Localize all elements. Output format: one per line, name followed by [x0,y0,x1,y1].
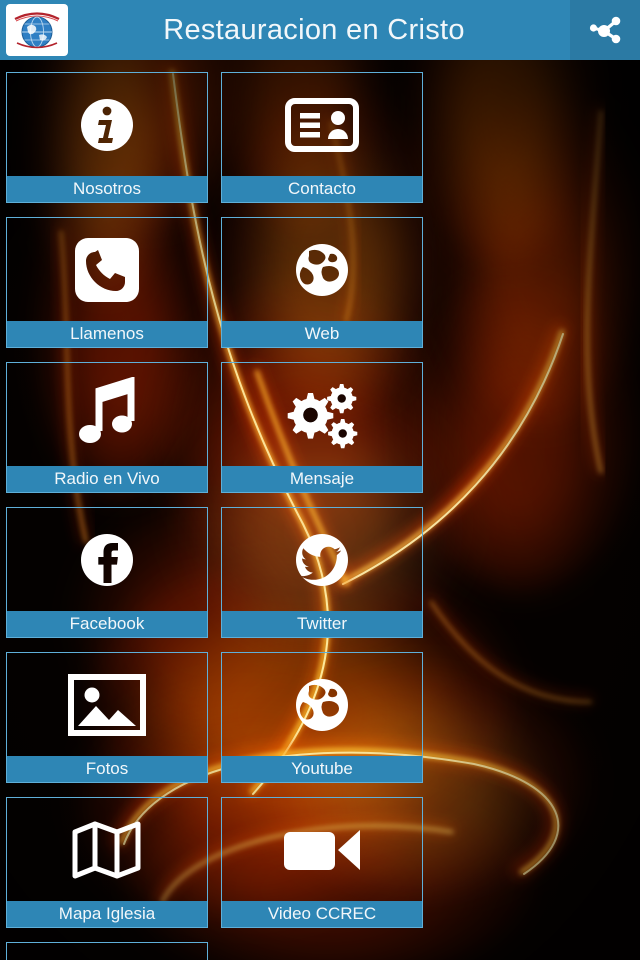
tile-label: Contacto [222,176,422,202]
tile-label: Radio en Vivo [7,466,207,492]
tile-icon-wrap [222,363,422,466]
tile-label: Mapa Iglesia [7,901,207,927]
tile-llamenos[interactable]: Llamenos [6,217,208,348]
tile-youtube[interactable]: Youtube [221,652,423,783]
globe-icon [296,678,348,731]
tile-blog-ap-jose[interactable]: Blog Ap. Jose [6,942,208,960]
tile-icon-wrap [222,798,422,901]
tile-icon-wrap [7,363,207,466]
phone-icon [75,237,139,302]
twitter-icon [296,533,348,586]
tile-icon-wrap [222,508,422,611]
tile-fotos[interactable]: Fotos [6,652,208,783]
tile-facebook[interactable]: Facebook [6,507,208,638]
tile-video-ccrec[interactable]: Video CCREC [221,797,423,928]
app-root: Restauracion en Cristo Nosotros Contacto… [0,0,640,960]
tile-label: Youtube [222,756,422,782]
share-icon [589,16,621,44]
info-circle-icon [81,98,133,151]
page-title: Restauracion en Cristo [163,13,465,46]
photo-icon [68,673,146,736]
tile-icon-wrap [7,943,207,960]
tile-icon-wrap [7,73,207,176]
tile-mapa-iglesia[interactable]: Mapa Iglesia [6,797,208,928]
tile-twitter[interactable]: Twitter [221,507,423,638]
tile-mensaje[interactable]: Mensaje [221,362,423,493]
tile-label: Mensaje [222,466,422,492]
map-icon [72,821,141,878]
facebook-icon [81,533,133,586]
tile-radio-en-vivo[interactable]: Radio en Vivo [6,362,208,493]
contact-card-icon [285,97,359,152]
app-logo[interactable] [6,4,68,56]
tile-icon-wrap [222,73,422,176]
tile-label: Nosotros [7,176,207,202]
tile-label: Facebook [7,611,207,637]
tile-icon-wrap [7,218,207,321]
tile-web[interactable]: Web [221,217,423,348]
tile-icon-wrap [7,653,207,756]
app-header: Restauracion en Cristo [0,0,640,60]
tile-contacto[interactable]: Contacto [221,72,423,203]
globe-icon [296,243,348,296]
tile-icon-wrap [7,508,207,611]
tile-label: Video CCREC [222,901,422,927]
share-button[interactable] [570,0,640,60]
tile-icon-wrap [7,798,207,901]
music-note-icon [79,376,135,443]
tile-label: Fotos [7,756,207,782]
gears-icon [287,383,358,448]
tile-label: Twitter [222,611,422,637]
tile-icon-wrap [222,218,422,321]
globe-logo-icon [14,12,60,49]
video-camera-icon [284,829,360,870]
tile-icon-wrap [222,653,422,756]
tile-label: Llamenos [7,321,207,347]
tile-grid: Nosotros Contacto Llamenos Web Radio en … [6,72,634,960]
tile-label: Web [222,321,422,347]
tile-nosotros[interactable]: Nosotros [6,72,208,203]
